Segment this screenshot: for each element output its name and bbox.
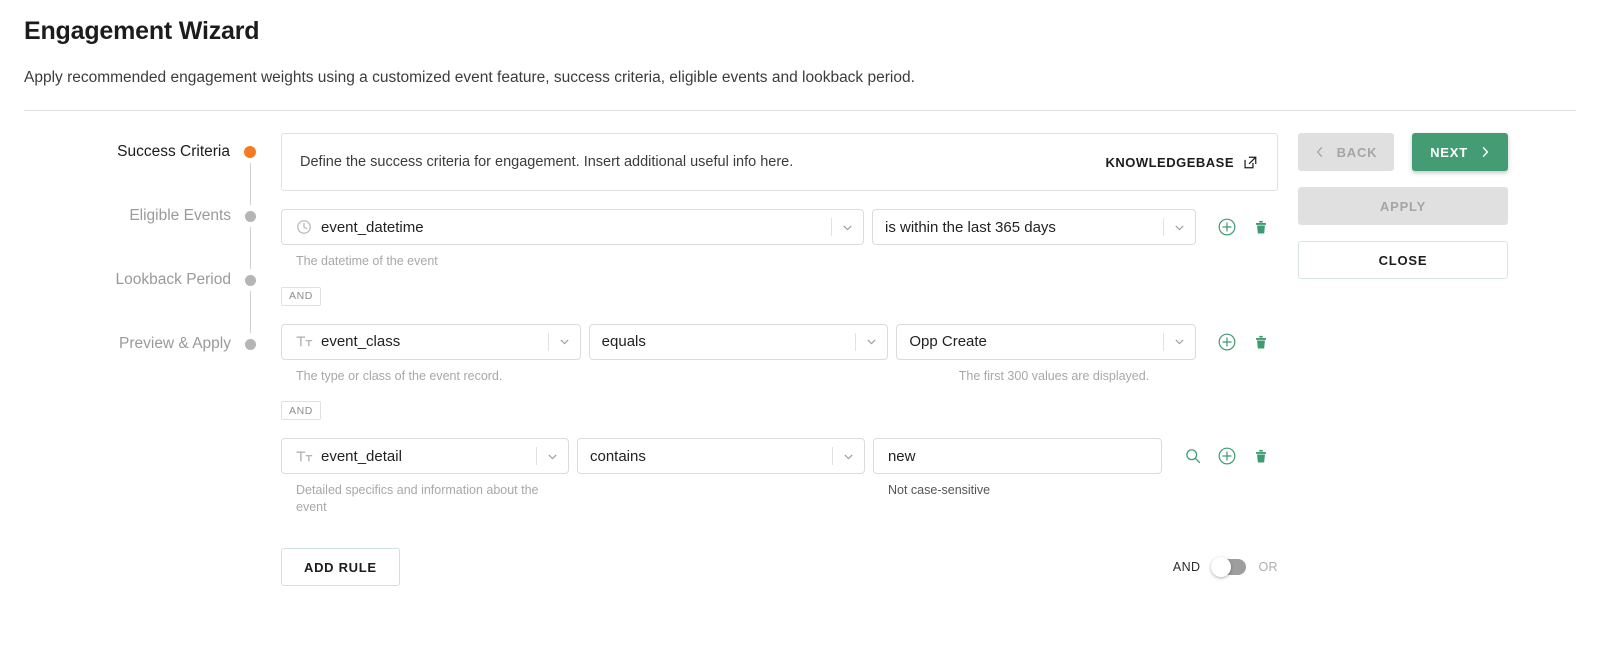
step-label: Lookback Period: [115, 271, 231, 288]
text-type-icon: [294, 334, 314, 349]
text-type-icon: [294, 449, 314, 464]
step-dot-icon: [245, 210, 256, 222]
plus-circle-icon[interactable]: [1210, 325, 1244, 359]
wizard-stepper: Success Criteria Eligible Events Lookbac…: [0, 133, 256, 355]
value-helper-text: The first 300 values are displayed.: [958, 368, 1150, 383]
conjunction-chip: AND: [281, 286, 321, 306]
sidebar-item-success-criteria[interactable]: Success Criteria: [24, 141, 256, 163]
chevron-down-icon[interactable]: [1164, 210, 1195, 244]
clock-icon: [294, 219, 314, 235]
plus-circle-icon[interactable]: [1210, 210, 1244, 244]
chevron-down-icon[interactable]: [1164, 325, 1195, 359]
rule-inputs: event_datetime is within the last 365 da…: [281, 209, 1278, 245]
chevron-right-icon: [1480, 146, 1490, 158]
step-label: Eligible Events: [129, 207, 231, 224]
trash-icon[interactable]: [1244, 439, 1278, 473]
rule-inputs: event_detail contains new: [281, 438, 1278, 474]
helper-line-3: Detailed specifics and information about…: [281, 482, 1278, 516]
plus-circle-icon[interactable]: [1210, 439, 1244, 473]
rules-panel: Define the success criteria for engageme…: [256, 133, 1298, 586]
chevron-left-icon: [1315, 146, 1325, 158]
page-subtitle: Apply recommended engagement weights usi…: [24, 69, 915, 86]
step-label: Success Criteria: [117, 143, 230, 160]
field-helper-text: The datetime of the event: [296, 254, 438, 268]
step-connector: [250, 291, 251, 333]
step-connector: [250, 227, 251, 269]
helper-line-1: The datetime of the event: [281, 253, 1278, 270]
step-dot-icon: [245, 338, 256, 350]
rule-row-1: event_datetime is within the last 365 da…: [281, 209, 1278, 270]
rule-inputs: event_class equals Opp Create: [281, 323, 1278, 360]
field-select-2[interactable]: event_class: [281, 323, 581, 360]
operator-select-3[interactable]: contains: [576, 438, 865, 474]
conjunction-toggle-group: AND OR: [1172, 557, 1278, 577]
step-dot-icon: [244, 146, 256, 158]
operator-value: is within the last 365 days: [885, 218, 1056, 236]
conjunction-or-label: OR: [1258, 560, 1278, 574]
step-dot-icon: [245, 274, 256, 286]
field-select-3[interactable]: event_detail: [281, 438, 569, 474]
value-text-input-3[interactable]: new: [872, 438, 1162, 474]
sidebar-item-lookback-period[interactable]: Lookback Period: [24, 269, 256, 291]
conjunction-and-label: AND: [1172, 560, 1201, 574]
search-icon[interactable]: [1176, 439, 1210, 473]
conjunction-toggle[interactable]: [1211, 557, 1247, 577]
add-rule-button[interactable]: ADD RULE: [281, 548, 400, 586]
rule-row-2: event_class equals Opp Create The type o…: [281, 323, 1278, 385]
field-helper-text: Detailed specifics and information about…: [296, 483, 539, 514]
chevron-down-icon[interactable]: [832, 210, 863, 244]
helper-line-2: The type or class of the event record. T…: [281, 368, 1278, 385]
operator-select-2[interactable]: equals: [588, 323, 889, 360]
back-label: BACK: [1336, 144, 1378, 160]
knowledgebase-link[interactable]: KNOWLEDGEBASE: [1105, 155, 1258, 170]
step-label: Preview & Apply: [119, 335, 231, 352]
value-helper-text: Not case-sensitive: [888, 483, 991, 497]
row-actions-3: [1176, 439, 1278, 473]
page-header: Engagement Wizard Apply recommended enga…: [0, 0, 1600, 111]
trash-icon[interactable]: [1244, 325, 1278, 359]
apply-button[interactable]: APPLY: [1298, 187, 1508, 225]
row-actions-1: [1210, 210, 1278, 244]
external-link-icon: [1243, 155, 1258, 170]
next-label: NEXT: [1430, 144, 1468, 160]
operator-value: contains: [589, 447, 646, 465]
rule-row-3: event_detail contains new Detailed speci…: [281, 438, 1278, 516]
chevron-down-icon[interactable]: [537, 439, 568, 473]
chevron-down-icon[interactable]: [856, 325, 887, 359]
knowledgebase-label: KNOWLEDGEBASE: [1105, 154, 1234, 170]
toggle-knob: [1211, 557, 1232, 577]
next-button[interactable]: NEXT: [1412, 133, 1508, 171]
operator-value: equals: [601, 333, 646, 350]
page-title: Engagement Wizard: [24, 17, 260, 45]
row-actions-2: [1210, 325, 1278, 359]
info-banner: Define the success criteria for engageme…: [281, 133, 1278, 191]
wizard-body: Success Criteria Eligible Events Lookbac…: [0, 111, 1600, 586]
info-banner-text: Define the success criteria for engageme…: [300, 154, 794, 170]
action-panel: BACK NEXT APPLY CLOSE: [1298, 133, 1558, 279]
field-value: event_datetime: [321, 218, 424, 236]
operator-select-1[interactable]: is within the last 365 days: [872, 209, 1196, 245]
nav-buttons: BACK NEXT: [1298, 133, 1508, 171]
sidebar-item-preview-apply[interactable]: Preview & Apply: [24, 333, 256, 355]
conjunction-chip: AND: [281, 401, 321, 420]
conjunction-chip-2-wrap: AND: [281, 286, 1278, 306]
chevron-down-icon[interactable]: [833, 439, 864, 473]
rules-footer: ADD RULE AND OR: [281, 548, 1278, 586]
trash-icon[interactable]: [1244, 210, 1278, 244]
field-helper-text: The type or class of the event record.: [296, 368, 503, 383]
field-select-1[interactable]: event_datetime: [281, 209, 864, 245]
chevron-down-icon[interactable]: [549, 325, 580, 359]
back-button[interactable]: BACK: [1298, 133, 1394, 171]
value-text: new: [887, 447, 916, 465]
value-select-2[interactable]: Opp Create: [896, 323, 1197, 360]
step-connector: [250, 163, 251, 205]
field-value: event_detail: [321, 447, 402, 465]
sidebar-item-eligible-events[interactable]: Eligible Events: [24, 205, 256, 227]
field-value: event_class: [321, 333, 401, 350]
value-text: Opp Create: [909, 333, 987, 350]
conjunction-chip-3-wrap: AND: [281, 401, 1278, 420]
close-button[interactable]: CLOSE: [1298, 241, 1508, 279]
